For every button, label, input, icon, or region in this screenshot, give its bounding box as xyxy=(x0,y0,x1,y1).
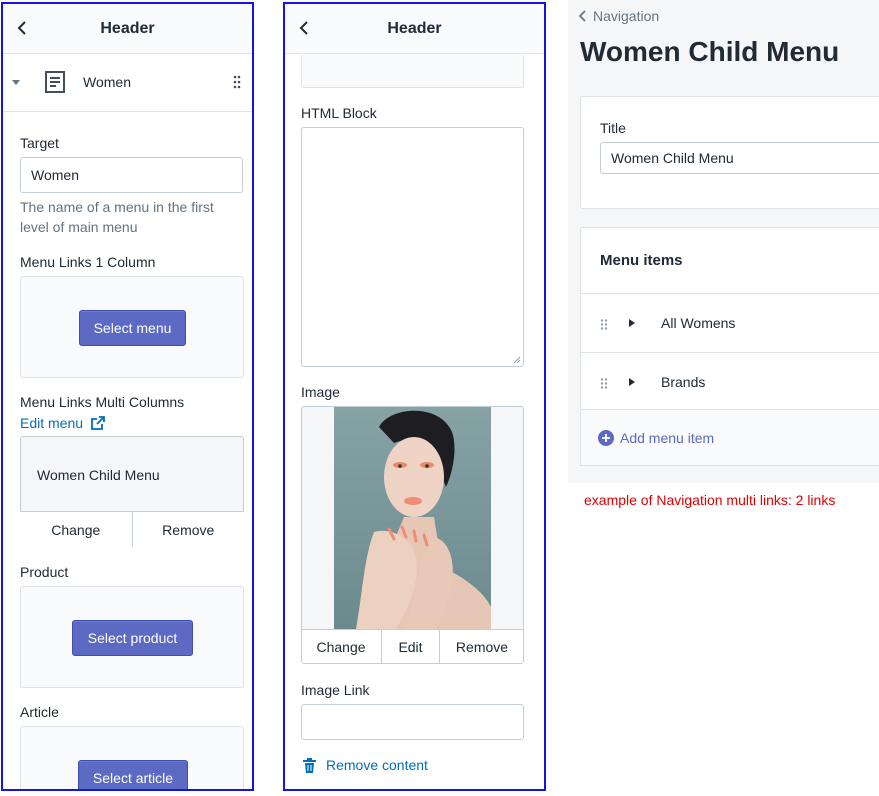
target-help-text: The name of a menu in the first level of… xyxy=(20,199,214,235)
external-link-icon xyxy=(91,416,105,430)
target-input[interactable]: Women xyxy=(20,157,243,193)
product-label: Product xyxy=(20,564,69,580)
remove-content-text[interactable]: Remove content xyxy=(326,757,428,773)
image-label: Image xyxy=(301,384,340,400)
example-caption: example of Navigation multi links: 2 lin… xyxy=(584,492,836,508)
html-block-textarea[interactable] xyxy=(301,127,524,367)
plus-circle-icon xyxy=(598,429,614,446)
breadcrumb[interactable]: Navigation xyxy=(578,8,659,24)
menu-item-row[interactable]: All Womens xyxy=(581,293,879,352)
caret-down-icon[interactable] xyxy=(11,77,21,87)
menu-links-1-label: Menu Links 1 Column xyxy=(20,254,156,270)
select-product-button[interactable]: Select product xyxy=(72,620,193,656)
caret-right-icon[interactable] xyxy=(628,377,636,387)
target-label: Target xyxy=(20,135,59,151)
menu-items-heading: Menu items xyxy=(600,252,683,269)
image-link-input[interactable] xyxy=(301,704,524,740)
theme-editor-panel-left: Header Women Target Women The name of a … xyxy=(1,2,254,791)
image-preview-box: Change Edit Remove xyxy=(301,406,524,664)
edit-menu-link[interactable]: Edit menu xyxy=(20,415,105,431)
selected-menu-card: Women Child Menu Change Remove xyxy=(20,436,244,547)
product-picker: Select product xyxy=(20,586,244,688)
caret-right-icon[interactable] xyxy=(628,318,636,328)
menu-links-1-picker: Select menu xyxy=(20,276,244,378)
target-input-value: Women xyxy=(31,167,79,183)
selected-menu-name: Women Child Menu xyxy=(37,467,160,483)
title-field-input[interactable]: Women Child Menu xyxy=(600,142,879,174)
portrait-image xyxy=(334,407,491,629)
article-label: Article xyxy=(20,704,59,720)
image-actions: Change Edit Remove xyxy=(302,629,523,663)
back-arrow-icon[interactable] xyxy=(13,18,31,38)
menu-items-card: Menu items All Womens Brands xyxy=(580,227,879,410)
menu-item-row[interactable]: Brands xyxy=(581,352,879,411)
panel-header: Header xyxy=(285,4,544,54)
trash-icon xyxy=(303,757,316,773)
breadcrumb-text[interactable]: Navigation xyxy=(593,8,659,24)
section-title: Women xyxy=(83,74,131,90)
drag-handle-icon[interactable] xyxy=(600,378,608,389)
title-field-value: Women Child Menu xyxy=(611,150,734,166)
edit-image-button[interactable]: Edit xyxy=(382,630,440,663)
menu-links-multi-label: Menu Links Multi Columns xyxy=(20,394,185,410)
panel-header: Header xyxy=(3,4,252,54)
title-card: Title Women Child Menu xyxy=(580,96,879,209)
html-block-label: HTML Block xyxy=(301,105,377,121)
panel-title: Header xyxy=(100,19,155,37)
chevron-left-icon xyxy=(578,10,586,22)
drag-handle-icon[interactable] xyxy=(233,75,241,89)
remove-menu-button[interactable]: Remove xyxy=(133,512,245,547)
remove-image-button[interactable]: Remove xyxy=(440,630,523,663)
article-picker: Select article xyxy=(20,726,244,789)
text-page-icon xyxy=(45,71,65,93)
back-arrow-icon[interactable] xyxy=(295,18,313,38)
theme-editor-panel-mid: Header HTML Block Image Change Edit Remo… xyxy=(283,2,546,791)
add-menu-item-button[interactable]: Add menu item xyxy=(580,410,879,466)
previous-field-box xyxy=(301,55,524,88)
remove-content-link[interactable]: Remove content xyxy=(303,757,428,773)
page-title: Women Child Menu xyxy=(580,36,840,67)
edit-menu-link-text[interactable]: Edit menu xyxy=(20,415,83,431)
select-article-button[interactable]: Select article xyxy=(78,760,188,789)
section-row-women[interactable]: Women xyxy=(3,55,252,112)
add-menu-item-text[interactable]: Add menu item xyxy=(620,430,714,446)
panel-title: Header xyxy=(387,19,442,37)
title-field-label: Title xyxy=(600,120,626,136)
menu-item-label: Brands xyxy=(661,374,706,390)
menu-item-label: All Womens xyxy=(661,315,736,331)
resize-handle-icon[interactable] xyxy=(513,356,521,364)
drag-handle-icon[interactable] xyxy=(600,319,608,330)
selected-menu-actions: Change Remove xyxy=(20,511,244,547)
change-menu-button[interactable]: Change xyxy=(20,512,133,547)
change-image-button[interactable]: Change xyxy=(302,630,382,663)
image-link-label: Image Link xyxy=(301,682,370,698)
select-menu-button[interactable]: Select menu xyxy=(79,310,186,346)
navigation-page: Navigation Women Child Menu Title Women … xyxy=(568,0,879,483)
